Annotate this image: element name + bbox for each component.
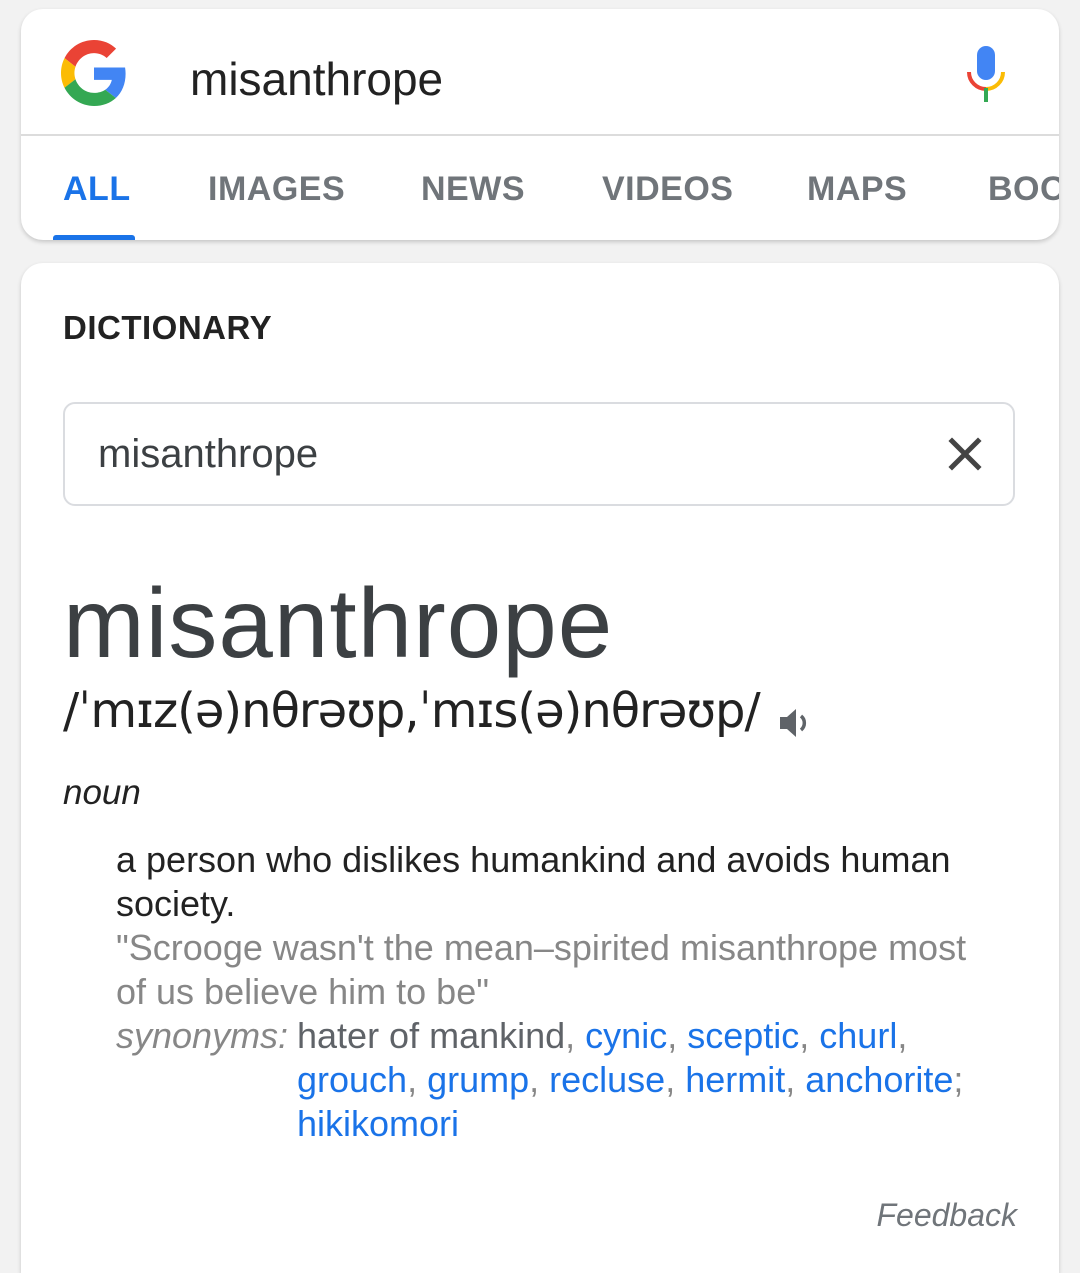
synonyms-label: synonyms: <box>116 1015 289 1056</box>
definition-text: a person who dislikes humankind and avoi… <box>116 839 951 924</box>
synonym-link[interactable]: hermit <box>685 1059 785 1100</box>
synonym-separator: , <box>785 1059 806 1100</box>
search-header-card: misanthrope ALL IMAGES NEWS VIDEOS MAPS … <box>21 9 1059 240</box>
synonym-separator: , <box>529 1059 550 1100</box>
synonym-link[interactable]: recluse <box>549 1059 665 1100</box>
dictionary-input-value[interactable]: misanthrope <box>98 432 318 477</box>
synonym-separator: , <box>897 1015 908 1056</box>
microphone-icon[interactable] <box>964 44 1008 108</box>
search-bar[interactable]: misanthrope <box>21 9 1059 134</box>
synonym-link[interactable]: sceptic <box>687 1015 799 1056</box>
section-label: DICTIONARY <box>63 309 273 346</box>
google-g-icon[interactable] <box>61 40 127 106</box>
synonym-link[interactable]: churl <box>819 1015 897 1056</box>
pronunciation-row: /ˈmɪz(ə)nθrəʊp,ˈmɪs(ə)nθrəʊp/ <box>63 683 814 742</box>
synonym-separator: , <box>565 1015 586 1056</box>
part-of-speech: noun <box>63 773 141 812</box>
tab-maps[interactable]: MAPS <box>807 170 907 209</box>
synonym-separator: ; <box>953 1059 964 1100</box>
synonym-link[interactable]: hikikomori <box>297 1103 459 1144</box>
dictionary-search-input[interactable]: misanthrope <box>63 402 1015 506</box>
synonym-link[interactable]: anchorite <box>805 1059 953 1100</box>
synonyms-row: synonyms: hater of mankind, cynic, scept… <box>116 1014 1006 1146</box>
tab-all[interactable]: ALL <box>63 170 131 209</box>
tab-videos[interactable]: VIDEOS <box>602 170 733 209</box>
definition-block: a person who dislikes humankind and avoi… <box>116 838 1006 1146</box>
synonym-link[interactable]: grump <box>427 1059 529 1100</box>
speaker-icon[interactable] <box>776 704 814 742</box>
synonyms-list: hater of mankind, cynic, sceptic, churl,… <box>297 1014 1006 1146</box>
phonetic-transcription: /ˈmɪz(ə)nθrəʊp,ˈmɪs(ə)nθrəʊp/ <box>63 683 761 739</box>
headword: misanthrope <box>63 568 614 678</box>
tab-books[interactable]: BOO <box>988 170 1059 209</box>
synonym-text: hater of mankind <box>297 1015 566 1056</box>
synonym-separator: , <box>799 1015 820 1056</box>
search-query[interactable]: misanthrope <box>190 51 443 107</box>
feedback-link[interactable]: Feedback <box>876 1197 1017 1234</box>
dictionary-card: DICTIONARY misanthrope misanthrope /ˈmɪz… <box>21 263 1059 1273</box>
synonym-separator: , <box>665 1059 686 1100</box>
tab-images[interactable]: IMAGES <box>208 170 345 209</box>
example-sentence: "Scrooge wasn't the mean–spirited misant… <box>116 927 967 1012</box>
synonym-link[interactable]: cynic <box>585 1015 667 1056</box>
synonym-link[interactable]: grouch <box>297 1059 407 1100</box>
close-icon[interactable] <box>947 436 983 472</box>
search-tabs: ALL IMAGES NEWS VIDEOS MAPS BOO <box>21 136 1059 240</box>
tab-news[interactable]: NEWS <box>421 170 525 209</box>
synonym-separator: , <box>667 1015 688 1056</box>
active-tab-indicator <box>53 235 135 240</box>
synonym-separator: , <box>407 1059 428 1100</box>
